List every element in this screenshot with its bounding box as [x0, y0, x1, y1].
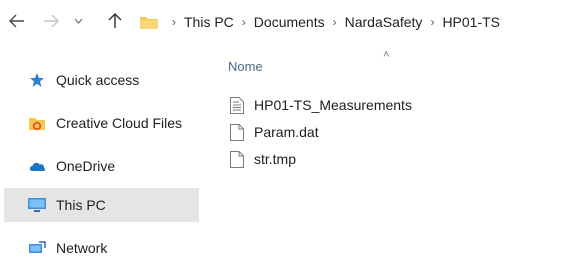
- breadcrumb: › This PC › Documents › NardaSafety › HP…: [140, 11, 500, 33]
- breadcrumb-separator-icon: ›: [241, 15, 246, 29]
- file-name: Param.dat: [254, 124, 319, 140]
- sidebar-item-label: This PC: [56, 197, 106, 213]
- computer-icon: [26, 194, 48, 216]
- file-name: HP01-TS_Measurements: [254, 97, 412, 113]
- breadcrumb-separator-icon: ›: [332, 15, 337, 29]
- breadcrumb-this-pc[interactable]: This PC: [184, 14, 234, 30]
- network-icon: [26, 237, 48, 259]
- file-name: str.tmp: [254, 151, 297, 167]
- sidebar-item-onedrive[interactable]: OneDrive: [4, 149, 199, 183]
- sidebar-item-this-pc[interactable]: This PC: [4, 188, 199, 222]
- file-icon: [230, 123, 244, 141]
- file-icon: [230, 150, 244, 168]
- cloud-icon: [26, 155, 48, 177]
- file-row[interactable]: str.tmp: [230, 148, 296, 170]
- back-button[interactable]: [6, 10, 28, 32]
- breadcrumb-documents[interactable]: Documents: [254, 14, 325, 30]
- sort-ascending-icon: ˄: [383, 49, 390, 61]
- folder-icon: [140, 17, 158, 29]
- sidebar-item-label: Network: [56, 240, 108, 256]
- recent-locations-button[interactable]: [70, 10, 86, 32]
- up-button[interactable]: [104, 10, 126, 32]
- forward-arrow-icon: [44, 14, 59, 28]
- column-header-name[interactable]: Nome: [228, 59, 263, 74]
- address-bar: › This PC › Documents › NardaSafety › HP…: [0, 0, 588, 44]
- breadcrumb-separator-icon: ›: [172, 15, 176, 29]
- sidebar-item-quick-access[interactable]: Quick access: [4, 63, 199, 97]
- text-document-icon: [230, 96, 244, 114]
- breadcrumb-nardasafety[interactable]: NardaSafety: [345, 14, 423, 30]
- star-icon: [26, 69, 48, 91]
- file-list: ˄ Nome HP01-TS_Measurements Param.dat st…: [200, 44, 588, 278]
- sidebar-item-label: OneDrive: [56, 158, 116, 174]
- breadcrumb-hp01-ts[interactable]: HP01-TS: [442, 14, 500, 30]
- file-row[interactable]: Param.dat: [230, 121, 319, 143]
- sidebar-item-label: Quick access: [56, 72, 140, 88]
- back-arrow-icon: [9, 14, 24, 28]
- sidebar-item-network[interactable]: Network: [4, 231, 199, 265]
- sidebar-item-creative-cloud-files[interactable]: Creative Cloud Files: [4, 106, 199, 140]
- breadcrumb-separator-icon: ›: [430, 15, 435, 29]
- up-arrow-icon: [108, 13, 122, 28]
- chevron-down-icon: [74, 18, 82, 24]
- forward-button[interactable]: [40, 10, 62, 32]
- creative-cloud-folder-icon: [26, 112, 48, 134]
- sidebar-item-label: Creative Cloud Files: [56, 115, 183, 131]
- navigation-pane: Quick access Creative Cloud Files OneDri…: [0, 48, 200, 278]
- file-row[interactable]: HP01-TS_Measurements: [230, 94, 412, 116]
